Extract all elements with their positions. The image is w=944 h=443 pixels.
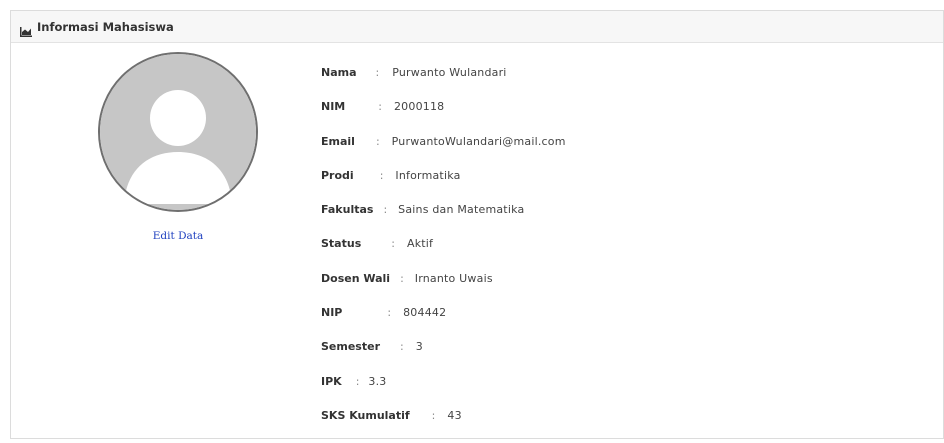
info-separator: : [391, 237, 395, 251]
info-separator: : [400, 340, 404, 354]
info-row-nim: NIM:2000118 [321, 100, 566, 134]
info-value: Purwanto Wulandari [392, 66, 507, 79]
info-value: 3 [415, 340, 423, 354]
student-info-list: Nama: Purwanto Wulandari NIM:2000118 Emai… [321, 66, 566, 443]
edit-data-link[interactable]: Edit Data [153, 230, 203, 242]
info-label: NIP [321, 306, 343, 320]
info-value: Informatika [395, 168, 461, 182]
info-value: 43 [447, 408, 462, 422]
info-separator: : [355, 374, 360, 388]
info-separator: : [431, 408, 436, 422]
info-label: Email [321, 134, 355, 148]
info-separator: : [379, 168, 384, 182]
info-separator: : [383, 203, 388, 217]
info-label: Semester [321, 340, 380, 354]
info-label: Prodi [321, 168, 354, 182]
info-label: Fakultas [321, 203, 374, 217]
info-value: PurwantoWulandari@mail.com [391, 134, 566, 148]
info-separator: : [387, 306, 392, 320]
info-value: Aktif [406, 237, 434, 251]
info-separator: : [400, 271, 404, 285]
info-value: 804442 [403, 306, 447, 320]
info-row-dosen-wali: Dosen Wali: Irnanto Uwais [321, 272, 566, 306]
chart-icon [20, 22, 32, 37]
info-row-sks-kumulatif: SKS Kumulatif:43 [321, 409, 566, 443]
info-label: SKS Kumulatif [321, 408, 410, 422]
info-separator: : [375, 134, 380, 148]
info-label: Status [321, 237, 362, 251]
default-user-avatar-icon [98, 52, 258, 212]
info-row-semester: Semester:3 [321, 340, 566, 374]
avatar-column: Edit Data [98, 52, 258, 243]
info-value: Irnanto Uwais [414, 271, 493, 285]
info-label: NIM [321, 100, 346, 114]
info-separator: : [375, 66, 380, 79]
info-value: Sains dan Matematika [398, 203, 525, 217]
student-info-panel: Informasi Mahasiswa Edit Data Nama: Purwa… [10, 10, 944, 439]
panel-header: Informasi Mahasiswa [11, 11, 943, 43]
info-row-email: Email: PurwantoWulandari@mail.com [321, 135, 566, 169]
info-label: Dosen Wali [321, 271, 391, 285]
info-separator: : [378, 100, 382, 114]
info-row-status: Status: Aktif [321, 237, 566, 271]
info-value: 2000118 [393, 100, 445, 114]
info-row-nama: Nama: Purwanto Wulandari [321, 66, 566, 100]
info-row-prodi: Prodi: Informatika [321, 169, 566, 203]
info-row-fakultas: Fakultas: Sains dan Matematika [321, 203, 566, 237]
info-value: 3.3 [368, 374, 387, 388]
panel-title: Informasi Mahasiswa [37, 19, 174, 34]
info-row-nip: NIP:804442 [321, 306, 566, 340]
info-label: IPK [321, 374, 342, 388]
info-label: Nama [321, 66, 357, 79]
info-row-ipk: IPK:3.3 [321, 375, 566, 409]
